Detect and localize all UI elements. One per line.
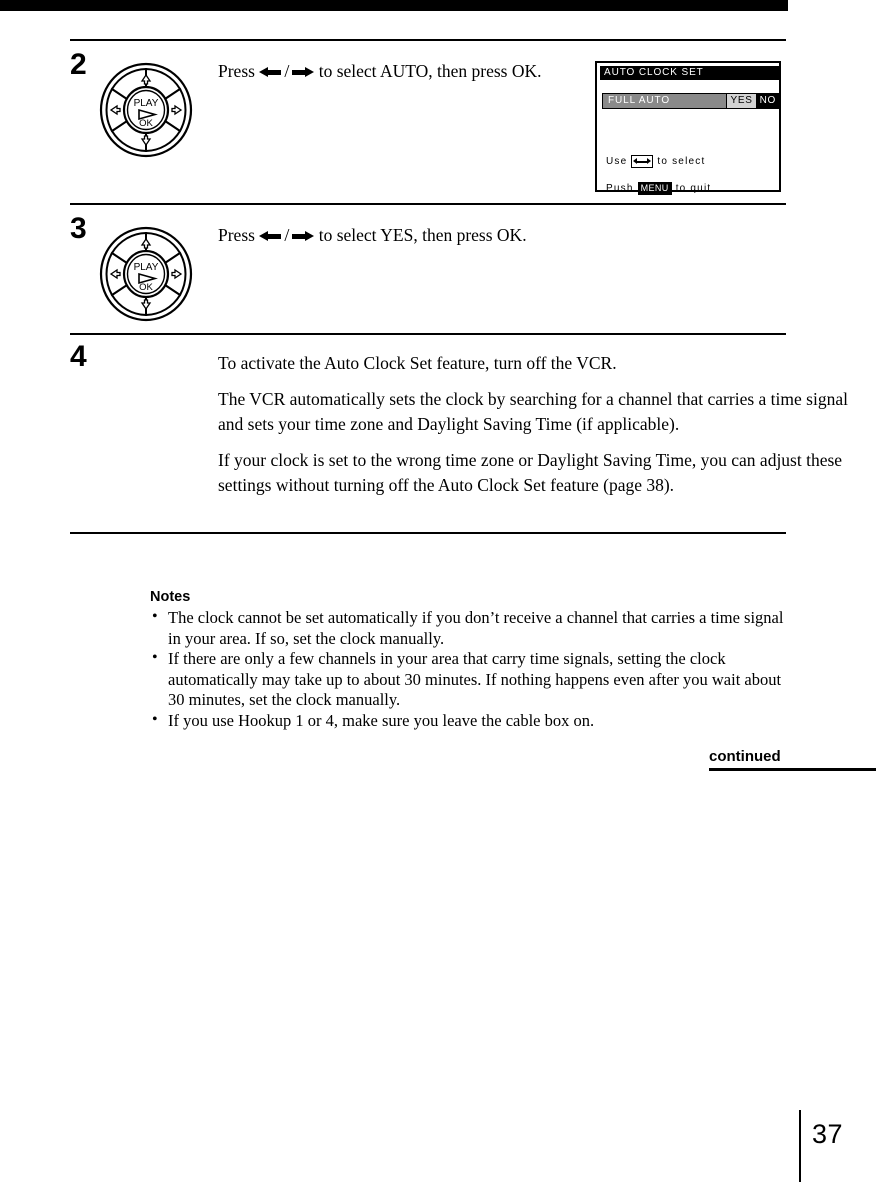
left-right-arrow-pair-icon: / (259, 59, 315, 84)
bullet-icon: • (152, 649, 158, 666)
step-4-text: To activate the Auto Clock Set feature, … (218, 351, 858, 498)
continued-underline (709, 768, 876, 771)
osd-hint-select: Use to select (606, 155, 705, 168)
svg-text:PLAY: PLAY (134, 262, 159, 273)
continued-marker: continued (709, 748, 876, 771)
osd-menu-key: MENU (637, 182, 672, 195)
page-number: 37 (812, 1119, 844, 1149)
step-4-paragraph-3: If your clock is set to the wrong time z… (218, 450, 843, 495)
osd-title: AUTO CLOCK SET (600, 66, 780, 80)
step-4-number: 4 (70, 340, 87, 373)
note-item: • The clock cannot be set automatically … (150, 608, 790, 649)
step-3-text-pre: Press (218, 225, 260, 245)
osd-hint-quit-prefix: Push (606, 183, 634, 194)
notes-title: Notes (150, 589, 191, 605)
step-2-text-pre: Press (218, 61, 260, 81)
section-divider-step3-step4 (70, 333, 786, 335)
jog-dial-icon: PLAY OK (98, 226, 194, 322)
note-item: • If you use Hookup 1 or 4, make sure yo… (150, 711, 790, 732)
left-right-arrow-pair-icon: / (259, 223, 315, 248)
svg-text:OK: OK (139, 282, 153, 293)
step-3-text: Press / to select YES, then press OK. (218, 223, 778, 248)
note-item-text: If there are only a few channels in your… (168, 649, 782, 709)
note-item-text: If you use Hookup 1 or 4, make sure you … (168, 710, 595, 730)
osd-hint-select-suffix: to select (657, 156, 706, 167)
continued-label: continued (709, 748, 781, 765)
jog-dial-icon: PLAY OK (98, 62, 194, 158)
bullet-icon: • (152, 608, 158, 625)
step-3-text-post: to select YES, then press OK. (314, 225, 527, 245)
step-2-text: Press / to select AUTO, then press OK. (218, 59, 558, 84)
step-2-text-post: to select AUTO, then press OK. (314, 61, 542, 81)
step-4-paragraph-1: To activate the Auto Clock Set feature, … (218, 353, 617, 373)
bullet-icon: • (152, 710, 158, 728)
osd-left-right-arrows-icon (631, 155, 654, 168)
osd-panel-auto-clock-set: AUTO CLOCK SET FULL AUTO YES NO Use to s… (595, 61, 781, 195)
osd-row-label: FULL AUTO (603, 94, 727, 108)
notes-section: Notes • The clock cannot be set automati… (150, 588, 790, 731)
osd-option-no[interactable]: NO (756, 94, 779, 108)
osd-hint-quit: Push MENU to quit (606, 182, 711, 195)
section-divider-top (70, 39, 786, 41)
osd-option-yes[interactable]: YES (726, 94, 757, 108)
note-item-text: The clock cannot be set automatically if… (168, 608, 784, 648)
osd-row-full-auto[interactable]: FULL AUTO YES NO (602, 93, 780, 109)
svg-text:PLAY: PLAY (134, 98, 159, 109)
step-3-number: 3 (70, 212, 87, 245)
section-divider-bottom (70, 532, 786, 534)
osd-hint-select-prefix: Use (606, 156, 628, 167)
page-content: 2 PLAY OK Press / to select AUTO, then p… (0, 0, 876, 1182)
step-4-paragraph-2: The VCR automatically sets the clock by … (218, 389, 848, 434)
svg-text:OK: OK (139, 118, 153, 129)
note-item: • If there are only a few channels in yo… (150, 649, 790, 711)
page-number-block: 37 (799, 1110, 843, 1182)
step-2-number: 2 (70, 48, 87, 81)
section-divider-step2-step3 (70, 203, 786, 205)
osd-hint-quit-suffix: to quit (675, 183, 712, 194)
